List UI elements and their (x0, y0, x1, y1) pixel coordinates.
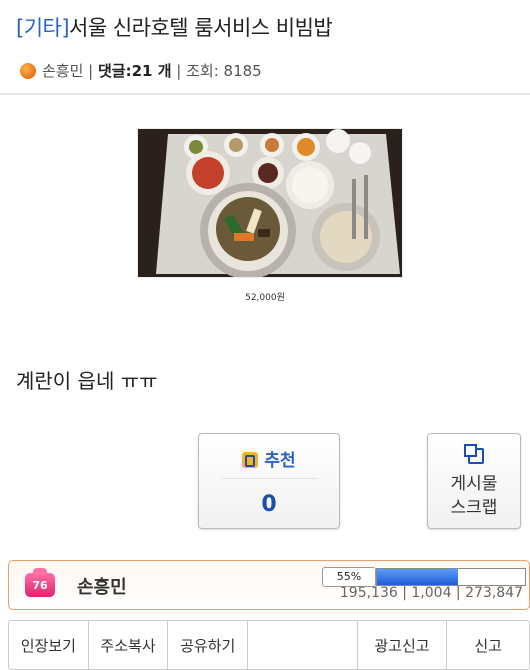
meta-divider: | (83, 61, 98, 80)
report-ad-button[interactable]: 광고신고 (358, 621, 448, 669)
header-divider (0, 93, 530, 95)
comments-label: 댓글: (98, 62, 132, 80)
scrap-label-line1: 게시물 (450, 474, 498, 494)
scrap-icon (464, 444, 484, 464)
author-name[interactable]: 손흥민 (42, 60, 83, 81)
level-progress-percent: 55% (322, 567, 376, 587)
recommend-divider (221, 478, 317, 479)
meta-divider: | (171, 61, 187, 80)
scrap-label: 게시물 스크랩 (428, 472, 520, 520)
recommend-label: 추천 (264, 451, 296, 471)
views-label: 조회: (186, 62, 219, 80)
post-body: 계란이 읍네 ㅠㅠ (16, 369, 158, 393)
level-badge: 76 (25, 568, 55, 597)
recommend-count: 0 (261, 492, 277, 517)
level-progress-bar (376, 568, 526, 586)
photo-caption: 52,000원 (245, 293, 285, 303)
share-button[interactable]: 공유하기 (168, 621, 249, 669)
author-profile-bar: 76 손흥민 55% 195,136 | 1,004 | 273,847 (8, 560, 530, 610)
bibimbap-tray-image (138, 129, 402, 277)
post-meta: 손흥민 | 댓글: 21 개 | 조회: 8185 (20, 60, 262, 81)
comments-count: 21 개 (131, 62, 172, 80)
thumbs-up-icon (242, 452, 259, 468)
recommend-label-row: 추천 (199, 446, 339, 471)
profile-username[interactable]: 손흥민 (77, 573, 127, 599)
action-bar-spacer (248, 621, 358, 669)
post-photo[interactable] (137, 128, 403, 278)
post-action-bar: 인장보기 주소복사 공유하기 광고신고 신고 (8, 620, 530, 670)
scrap-label-line2: 스크랩 (450, 498, 498, 518)
scrap-post-button[interactable]: 게시물 스크랩 (427, 433, 521, 529)
copy-address-button[interactable]: 주소복사 (89, 621, 169, 669)
post-category[interactable]: [기타] (16, 16, 70, 40)
profile-stats: 195,136 | 1,004 | 273,847 (339, 585, 523, 601)
user-orb-icon (20, 62, 36, 79)
post-title-line: [기타]서울 신라호텔 룸서비스 비빔밥 (16, 12, 333, 42)
recommend-button[interactable]: 추천 0 (198, 433, 340, 529)
post-title: 서울 신라호텔 룸서비스 비빔밥 (69, 16, 333, 40)
views-count: 8185 (223, 61, 262, 80)
level-progress-fill (377, 569, 459, 585)
report-button[interactable]: 신고 (447, 621, 529, 669)
view-stamp-button[interactable]: 인장보기 (9, 621, 89, 669)
